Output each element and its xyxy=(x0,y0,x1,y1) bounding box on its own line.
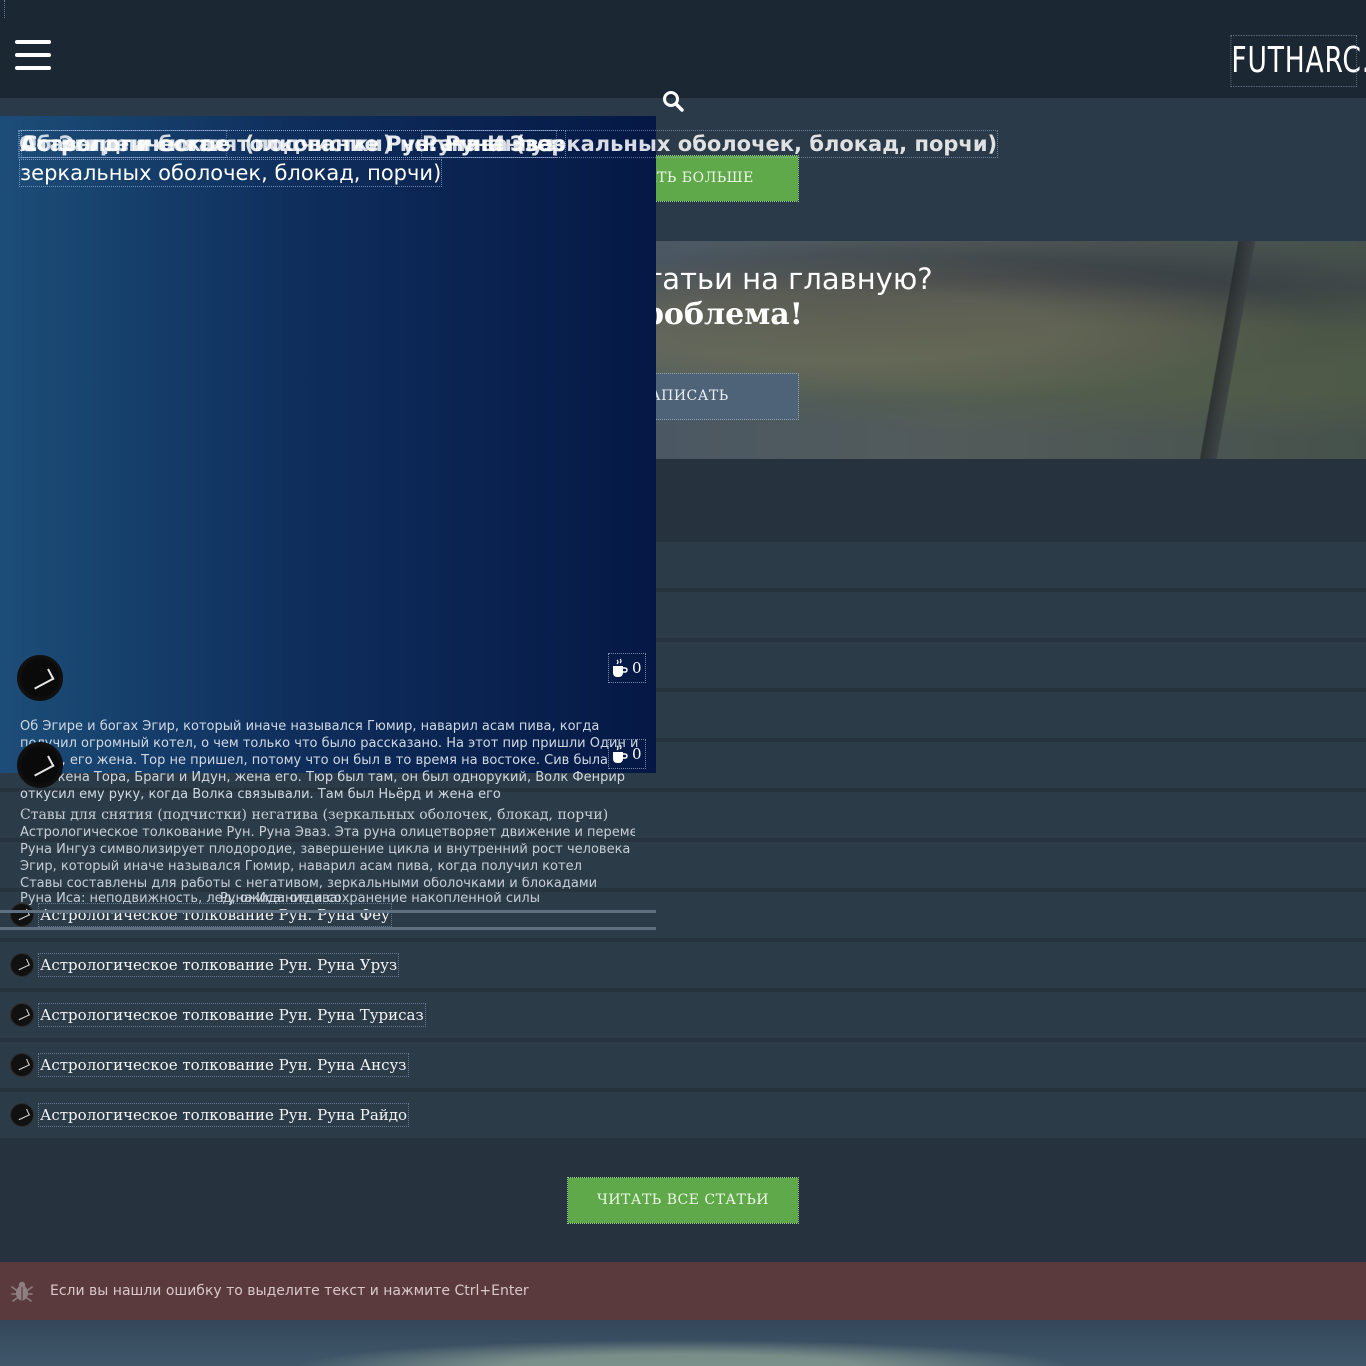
coffee-cup-icon xyxy=(613,658,628,677)
header-divider xyxy=(4,0,5,18)
list-item-title[interactable]: Астрологическое толкование Рун. Руна Уру… xyxy=(37,953,400,977)
bug-icon xyxy=(11,1281,33,1302)
error-report-text: Если вы нашли ошибку то выделите текст и… xyxy=(50,1283,529,1299)
comments-count: 0 xyxy=(632,745,642,763)
search-icon[interactable] xyxy=(662,90,684,112)
list-item[interactable]: Астрологическое толкование Рун. Руна Рай… xyxy=(0,1092,1366,1138)
divider xyxy=(0,927,656,930)
footer-artwork xyxy=(0,1320,1366,1366)
error-report-bar: Если вы нашли ошибку то выделите текст и… xyxy=(0,1262,1366,1320)
divider xyxy=(0,910,656,913)
featured-title[interactable]: Об Эгире и богах xyxy=(17,130,228,158)
author-avatar xyxy=(10,1053,34,1077)
list-item-title[interactable]: Астрологическое толкование Рун. Руна Рай… xyxy=(37,1103,410,1127)
hamburger-menu-icon[interactable] xyxy=(15,40,51,72)
ghost-title: Ставы для снятия (подчистки) негатива (з… xyxy=(20,808,609,822)
site-header: FUTHARC.RU xyxy=(0,0,1366,98)
comments-badge[interactable]: 0 xyxy=(608,739,646,769)
author-avatar xyxy=(17,742,63,788)
comments-badge[interactable]: 0 xyxy=(608,653,646,683)
author-avatar xyxy=(10,953,34,977)
featured-article-card[interactable]: Астрологическое толкование Рун. Руна Эва… xyxy=(0,116,999,773)
ghost-text: Эгир, который иначе назывался Гюмир, нав… xyxy=(20,860,582,874)
article-excerpt-block: Об Эгире и богах Эгир, который иначе наз… xyxy=(0,716,656,936)
author-avatar xyxy=(10,1103,34,1127)
author-avatar xyxy=(10,1003,34,1027)
site-logo[interactable]: FUTHARC.RU xyxy=(1230,35,1366,87)
list-item-title[interactable]: Астрологическое толкование Рун. Руна Анс… xyxy=(38,1053,409,1077)
list-item[interactable]: Астрологическое толкование Рун. Руна Тур… xyxy=(0,992,1366,1038)
ghost-text: Ставы составлены для работы с негативом,… xyxy=(20,877,598,891)
ghost-text: Астрологическое толкование Рун. Руна Эва… xyxy=(20,826,635,840)
list-item[interactable]: Астрологическое толкование Рун. Руна Уру… xyxy=(0,942,1366,988)
article-excerpt: Об Эгире и богах Эгир, который иначе наз… xyxy=(20,719,639,802)
comments-count: 0 xyxy=(632,659,642,677)
featured-title-line2[interactable]: зеркальных оболочек, блокад, порчи) xyxy=(18,159,443,187)
read-all-articles-button[interactable]: ЧИТАТЬ ВСЕ СТАТЬИ xyxy=(567,1177,799,1224)
list-item[interactable]: Астрологическое толкование Рун. Руна Анс… xyxy=(0,1042,1366,1088)
ghost-text: Руна Ингуз символизирует плодородие, зав… xyxy=(20,843,631,857)
featured-title[interactable]: Руна Ингуз xyxy=(420,130,558,158)
coffee-cup-icon xyxy=(613,744,628,763)
ghost-text: Руна Иса: отдавание xyxy=(220,892,340,906)
author-avatar xyxy=(17,655,63,701)
list-item-title[interactable]: Астрологическое толкование Рун. Руна Тур… xyxy=(38,1003,426,1027)
